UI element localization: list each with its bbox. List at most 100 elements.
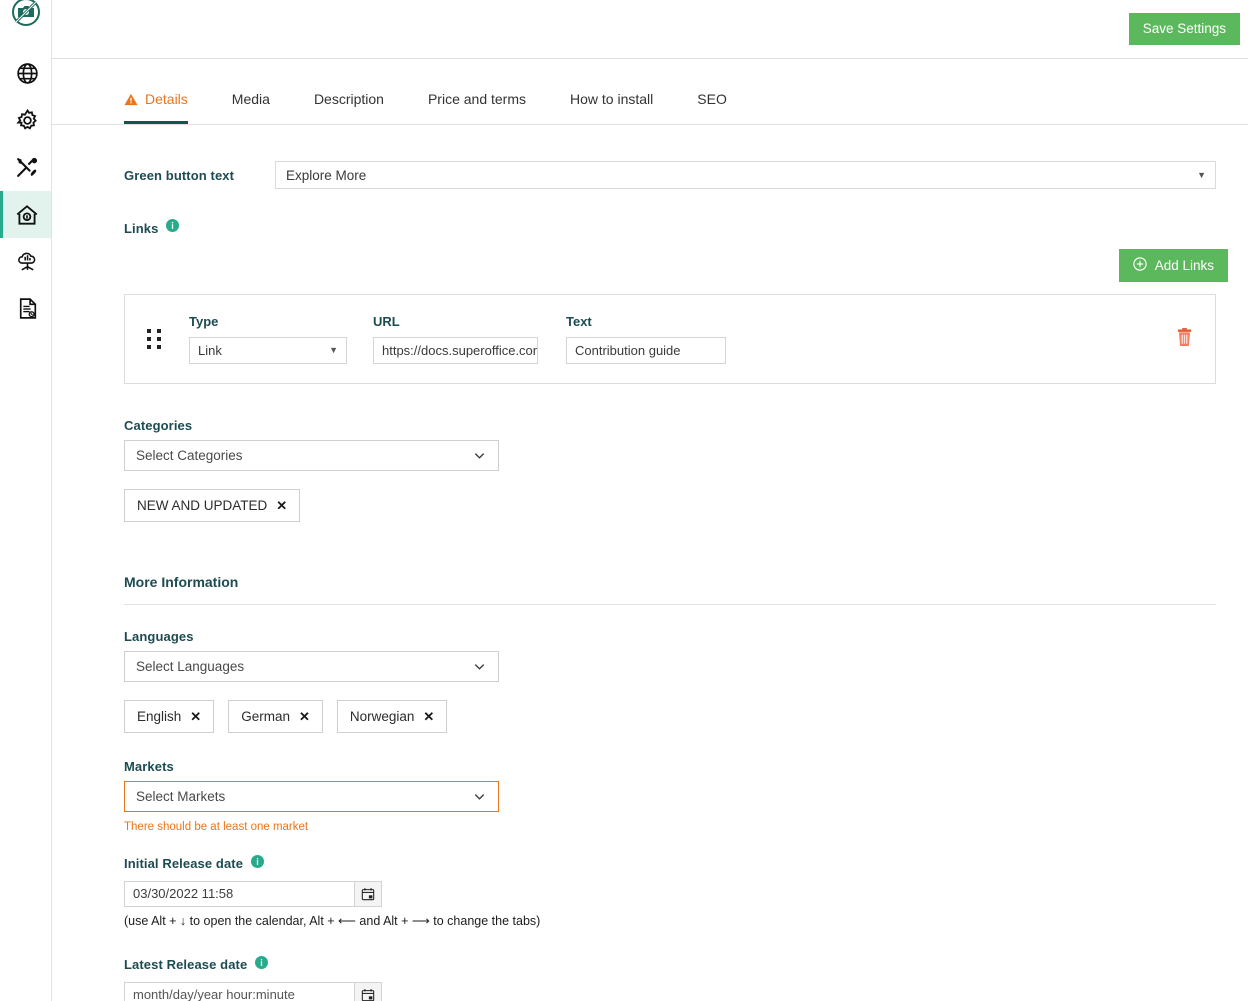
markets-label: Markets <box>124 758 174 774</box>
link-url-input[interactable]: https://docs.superoffice.cor <box>373 336 538 364</box>
categories-select[interactable]: Select Categories <box>124 439 499 471</box>
language-chip: Norwegian ✕ <box>336 699 448 733</box>
initial-release-date-header: Initial Release date <box>124 854 1236 873</box>
markets-select[interactable]: Select Markets <box>124 780 499 812</box>
tab-how-to-install[interactable]: How to install <box>570 91 653 124</box>
green-button-text-select[interactable]: Explore More ▼ <box>275 161 1216 189</box>
sidebar-item-home[interactable] <box>0 191 51 238</box>
link-text-input[interactable]: Contribution guide <box>566 336 726 364</box>
languages-placeholder: Select Languages <box>136 658 245 674</box>
green-button-text-value: Explore More <box>286 167 367 183</box>
info-circle-icon[interactable] <box>251 854 265 873</box>
add-links-button[interactable]: Add Links <box>1118 249 1228 282</box>
chip-label: NEW AND UPDATED <box>137 497 268 513</box>
info-circle-icon[interactable] <box>255 955 269 974</box>
main-area: Save Settings Details Media Description <box>52 0 1248 1001</box>
category-chip: NEW AND UPDATED ✕ <box>124 488 301 522</box>
globe-icon <box>16 63 38 84</box>
link-text-label: Text <box>566 313 592 329</box>
calendar-icon <box>361 887 375 900</box>
link-url-field: URL https://docs.superoffice.cor <box>373 314 538 364</box>
tab-label: Details <box>145 91 188 107</box>
more-information-title: More Information <box>124 573 239 590</box>
latest-release-date-input[interactable]: month/day/year hour:minute <box>124 981 354 1001</box>
more-information-header: More Information <box>52 574 1236 605</box>
chevron-down-icon <box>474 452 485 459</box>
green-button-text-label: Green button text <box>124 167 235 183</box>
tab-bar: Details Media Description Price and term… <box>52 59 1248 125</box>
tab-price-and-terms[interactable]: Price and terms <box>428 91 526 124</box>
tab-label: Price and terms <box>427 91 527 107</box>
tab-media[interactable]: Media <box>232 91 270 124</box>
tab-description[interactable]: Description <box>314 91 384 124</box>
sidebar-item-settings[interactable] <box>0 97 51 144</box>
plus-circle-icon <box>1133 257 1147 274</box>
languages-select[interactable]: Select Languages <box>124 650 499 682</box>
languages-chip-list: English ✕ German ✕ Norwegian ✕ <box>124 699 1236 733</box>
chevron-down-icon <box>474 793 485 800</box>
latest-release-date-label: Latest Release date <box>124 957 248 972</box>
chip-remove-icon[interactable]: ✕ <box>190 710 201 723</box>
categories-section: Categories Select Categories NEW AND UPD… <box>52 418 1236 522</box>
links-row-panel: Type Link ▼ URL https://docs.superoffice… <box>124 293 1216 384</box>
chip-remove-icon[interactable]: ✕ <box>276 499 287 512</box>
calendar-icon-button[interactable] <box>354 880 382 907</box>
chip-label: Norwegian <box>349 708 415 724</box>
link-text-value: Contribution guide <box>575 342 681 358</box>
tab-details[interactable]: Details <box>124 91 188 124</box>
chip-remove-icon[interactable]: ✕ <box>423 710 434 723</box>
chip-label: English <box>137 708 182 724</box>
latest-release-date-header: Latest Release date <box>124 955 1236 974</box>
tab-label: How to install <box>570 91 654 107</box>
add-links-label: Add Links <box>1154 257 1214 273</box>
chevron-down-icon: ▼ <box>1197 169 1206 180</box>
home-info-icon <box>16 204 38 225</box>
language-chip: English ✕ <box>124 699 215 733</box>
cloud-chart-icon <box>17 252 35 271</box>
languages-section: Languages Select Languages English ✕ Ger… <box>52 629 1236 733</box>
tab-label: Description <box>313 91 384 107</box>
app-logo[interactable] <box>0 0 51 26</box>
chevron-down-icon: ▼ <box>329 344 338 355</box>
link-text-field: Text Contribution guide <box>566 314 726 364</box>
link-type-select[interactable]: Link ▼ <box>189 336 347 364</box>
initial-release-date-section: Initial Release date 03/30/2022 11:58 (u… <box>52 854 1236 928</box>
initial-release-date-hint: (use Alt + ↓ to open the calendar, Alt +… <box>124 913 541 928</box>
language-chip: German ✕ <box>228 699 323 733</box>
tools-icon <box>16 157 37 177</box>
drag-handle[interactable] <box>147 328 161 349</box>
link-url-value: https://docs.superoffice.cor <box>382 342 538 358</box>
markets-placeholder: Select Markets <box>136 788 226 804</box>
green-button-text-row: Green button text Explore More ▼ <box>52 125 1236 189</box>
no-photo-circle-logo-icon <box>11 0 40 26</box>
tab-seo[interactable]: SEO <box>697 91 727 124</box>
markets-error-message: There should be at least one market <box>124 820 309 833</box>
chip-label: German <box>241 708 290 724</box>
sidebar-item-globe[interactable] <box>0 50 51 97</box>
vertical-scrollbar[interactable] <box>1236 125 1248 1001</box>
info-circle-icon[interactable] <box>166 219 180 237</box>
sidebar-item-document[interactable] <box>0 285 51 332</box>
trash-icon <box>1177 327 1192 346</box>
topbar: Save Settings <box>52 0 1248 59</box>
calendar-icon-button[interactable] <box>354 981 382 1001</box>
link-type-value: Link <box>198 342 222 358</box>
add-links-row: Add Links <box>52 237 1236 282</box>
app-root: Save Settings Details Media Description <box>0 0 1248 1001</box>
form-content: Green button text Explore More ▼ Links A… <box>52 125 1248 1001</box>
initial-release-date-input[interactable]: 03/30/2022 11:58 <box>124 880 354 907</box>
save-settings-button[interactable]: Save Settings <box>1128 13 1240 45</box>
sidebar-item-cloud[interactable] <box>0 238 51 285</box>
links-header: Links <box>52 189 1236 237</box>
warning-triangle-icon <box>124 93 138 106</box>
sidebar-item-tools[interactable] <box>0 144 51 191</box>
markets-section: Markets Select Markets There should be a… <box>52 759 1236 833</box>
sidebar <box>0 0 52 1001</box>
chevron-down-icon <box>474 663 485 670</box>
links-label: Links <box>124 220 159 236</box>
link-type-label: Type <box>189 313 219 329</box>
chip-remove-icon[interactable]: ✕ <box>299 710 310 723</box>
delete-link-button[interactable] <box>1176 327 1193 350</box>
initial-release-date-field: 03/30/2022 11:58 <box>124 880 1236 907</box>
